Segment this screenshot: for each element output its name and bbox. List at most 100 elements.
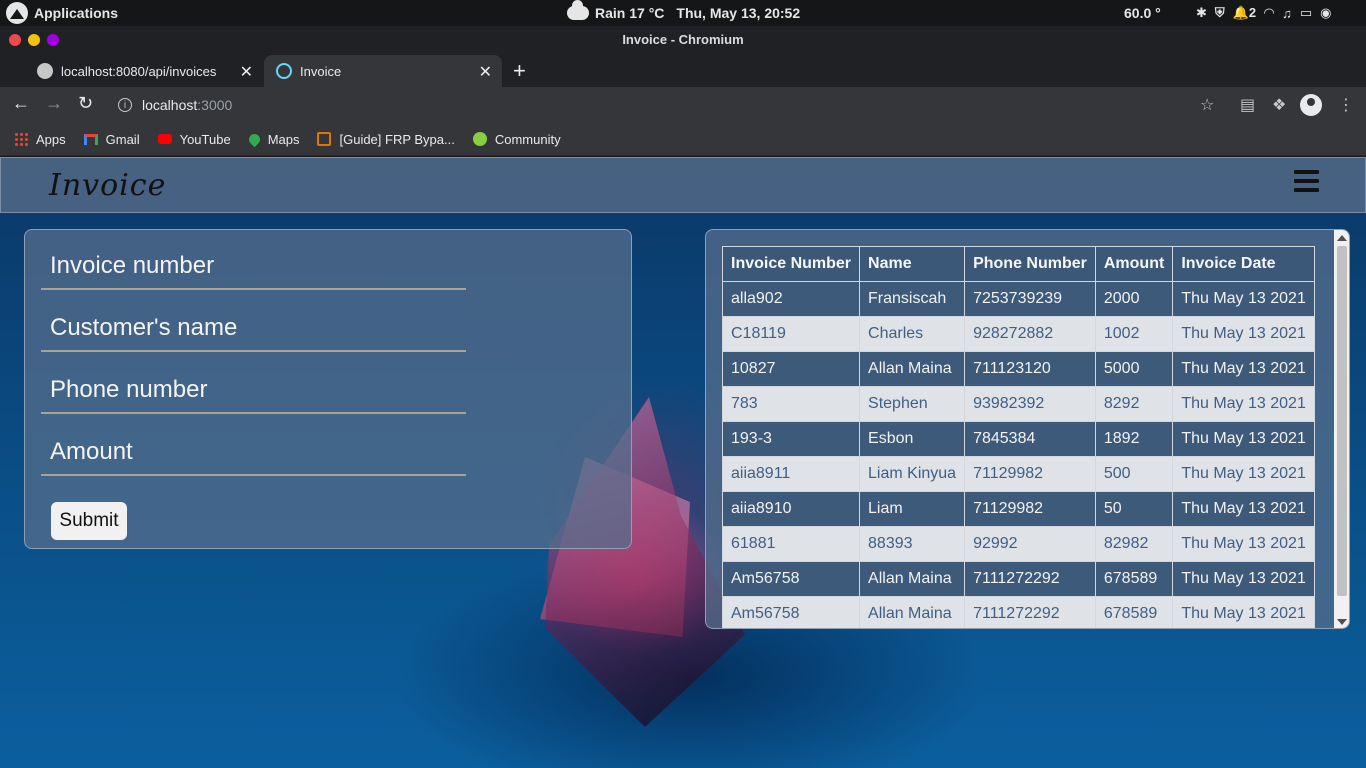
clock-weather[interactable]: Rain 17 °C Thu, May 13, 20:52	[567, 0, 800, 26]
bookmark-label: Apps	[36, 131, 66, 147]
bookmark-apps[interactable]: Apps	[14, 132, 66, 147]
cell-phone-number: 711123120	[964, 351, 1096, 387]
phone-number-input[interactable]: Phone number	[41, 368, 466, 414]
community-icon	[472, 132, 487, 146]
cell-name: Charles	[859, 316, 966, 352]
table-row: C18119 Charles 928272882 1002 Thu May 13 202…	[722, 316, 1315, 352]
table-row: 61881 88393 92992 82982 Thu May 13 2021	[722, 526, 1315, 562]
apps-grid-icon	[14, 132, 28, 146]
forward-arrow-icon[interactable]: →	[45, 93, 63, 114]
hamburger-menu-icon[interactable]	[1294, 170, 1319, 192]
bookmark-star-icon[interactable]: ☆	[1200, 95, 1214, 115]
cell-amount: 2000	[1094, 281, 1174, 317]
bookmark-community[interactable]: Community	[472, 132, 561, 147]
cell-amount: 500	[1094, 456, 1174, 492]
bookmark-maps[interactable]: Maps	[246, 131, 299, 147]
tab-label: localhost:8080/api/invoices	[61, 63, 217, 79]
cell-name: Liam	[859, 491, 966, 527]
extensions-puzzle-icon[interactable]: ❖	[1272, 95, 1286, 115]
bookmark-youtube[interactable]: YouTube	[157, 131, 231, 147]
bookmark-frp-guide[interactable]: [Guide] FRP Bypa...	[317, 131, 455, 147]
table-scrollbar[interactable]	[1334, 230, 1349, 628]
cell-name: Stephen	[859, 386, 966, 422]
cell-amount: 50	[1094, 491, 1174, 527]
invoice-number-input[interactable]: Invoice number	[41, 244, 466, 290]
table-row: Am56758 Allan Maina 7111272292 678589 Thu Ma…	[722, 561, 1315, 597]
cell-phone-number: 92992	[964, 526, 1096, 562]
bluetooth-icon[interactable]: ✱	[1196, 5, 1207, 21]
app-navbar: Invoice	[0, 157, 1366, 213]
datetime-text: Thu, May 13, 20:52	[676, 5, 801, 21]
table-header-row: Invoice Number Name Phone Number Amount …	[722, 246, 1315, 282]
globe-icon	[37, 63, 53, 79]
cell-name: Allan Maina	[859, 351, 966, 387]
invoices-table: Invoice Number Name Phone Number Amount …	[722, 246, 1315, 628]
scroll-down-arrow-icon[interactable]	[1337, 619, 1347, 625]
system-tray: ✱ ⛨ 🔔2 ◠ ♫ ▭ ◉	[1196, 3, 1331, 23]
tab-strip: localhost:8080/api/invoices ✕ Invoice ✕	[0, 53, 1366, 87]
submit-button[interactable]: Submit	[51, 502, 127, 540]
back-arrow-icon[interactable]: ←	[12, 93, 30, 114]
brand-logo[interactable]: Invoice	[49, 168, 166, 203]
close-tab-icon[interactable]: ✕	[479, 62, 492, 82]
new-tab-icon[interactable]: +	[513, 58, 526, 84]
battery-icon[interactable]: ▭	[1300, 5, 1312, 21]
cell-amount: 678589	[1094, 596, 1174, 628]
media-router-icon[interactable]: ▤	[1240, 95, 1255, 115]
rain-cloud-icon	[567, 0, 589, 20]
cell-name: Allan Maina	[859, 561, 966, 597]
cell-invoice-date: Thu May 13 2021	[1172, 491, 1315, 527]
cell-phone-number: 7845384	[964, 421, 1096, 457]
bookmark-label: Gmail	[105, 131, 140, 147]
bookmark-gmail[interactable]: Gmail	[83, 131, 140, 147]
cell-name: Fransiscah	[859, 281, 966, 317]
bookmark-label: YouTube	[179, 131, 231, 147]
cell-invoice-date: Thu May 13 2021	[1172, 351, 1315, 387]
profile-avatar-icon[interactable]	[1300, 94, 1322, 116]
chrome-menu-icon[interactable]: ⋮	[1338, 95, 1354, 115]
header-phone-number: Phone Number	[964, 246, 1096, 282]
cell-invoice-number: C18119	[722, 316, 861, 352]
address-bar[interactable]: i localhost:3000	[106, 91, 1230, 119]
url-host: localhost	[142, 97, 198, 113]
page-viewport: Invoice Invoice number Customer's name P…	[0, 157, 1366, 768]
cell-invoice-number: aiia8910	[722, 491, 861, 527]
cell-invoice-date: Thu May 13 2021	[1172, 316, 1315, 352]
close-tab-icon[interactable]: ✕	[240, 62, 253, 82]
scroll-up-arrow-icon[interactable]	[1337, 235, 1347, 241]
youtube-icon	[157, 134, 172, 144]
bookmarks-bar: Apps Gmail YouTube Maps [Guide] FRP Bypa…	[0, 123, 1366, 156]
cell-amount: 678589	[1094, 561, 1174, 597]
react-logo-icon	[276, 63, 292, 79]
bookmark-site-icon	[317, 132, 332, 146]
shield-icon[interactable]: ⛨	[1215, 5, 1225, 21]
tab-invoice[interactable]: Invoice ✕	[264, 55, 502, 87]
wifi-icon[interactable]: ◠	[1264, 5, 1274, 21]
cell-invoice-number: alla902	[722, 281, 861, 317]
cell-phone-number: 71129982	[964, 491, 1096, 527]
cell-phone-number: 928272882	[964, 316, 1096, 352]
invoices-table-scroll[interactable]: Invoice Number Name Phone Number Amount …	[722, 246, 1319, 628]
notification-bell-icon[interactable]: 🔔2	[1233, 5, 1256, 21]
site-info-icon[interactable]: i	[118, 98, 132, 112]
reload-icon[interactable]: ↻	[78, 93, 93, 114]
cell-invoice-date: Thu May 13 2021	[1172, 281, 1315, 317]
amount-input[interactable]: Amount	[41, 430, 466, 476]
cell-phone-number: 71129982	[964, 456, 1096, 492]
tab-api-invoices[interactable]: localhost:8080/api/invoices ✕	[25, 55, 263, 87]
applications-menu[interactable]: Applications	[6, 0, 118, 26]
maps-pin-icon	[246, 131, 262, 147]
cell-invoice-number: aiia8911	[722, 456, 861, 492]
cell-invoice-date: Thu May 13 2021	[1172, 421, 1315, 457]
cell-invoice-number: 783	[722, 386, 861, 422]
temperature-indicator[interactable]: 60.0 °	[1124, 0, 1161, 26]
bookmark-label: [Guide] FRP Bypa...	[339, 131, 455, 147]
os-top-bar: Applications Rain 17 °C Thu, May 13, 20:…	[0, 0, 1366, 26]
cell-amount: 1002	[1094, 316, 1174, 352]
music-note-icon[interactable]: ♫	[1282, 6, 1292, 21]
cell-invoice-date: Thu May 13 2021	[1172, 596, 1315, 628]
user-menu-icon[interactable]: ◉	[1320, 5, 1331, 21]
scroll-thumb[interactable]	[1337, 246, 1347, 596]
header-name: Name	[859, 246, 966, 282]
customer-name-input[interactable]: Customer's name	[41, 306, 466, 352]
